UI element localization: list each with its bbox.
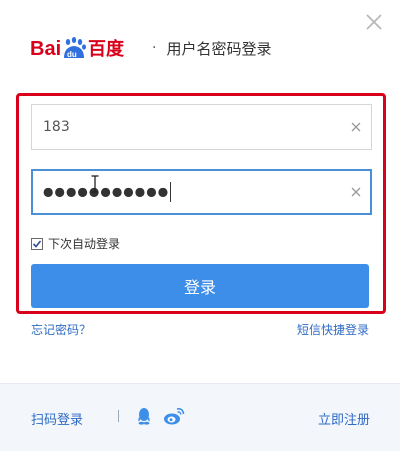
password-input[interactable]: ●●●●●●●●●●●	[32, 182, 341, 202]
register-link[interactable]: 立即注册	[318, 409, 370, 428]
remember-me[interactable]: 下次自动登录	[31, 235, 120, 252]
username-input[interactable]: 183	[32, 119, 341, 135]
qr-login-link[interactable]: 扫码登录	[31, 409, 83, 428]
svg-text:百度: 百度	[88, 38, 125, 60]
baidu-logo: Bai du 百度	[30, 34, 140, 62]
dialog-header: Bai du 百度 · 用户名密码登录	[30, 34, 271, 62]
forgot-password-link[interactable]: 忘记密码？	[31, 321, 91, 338]
qq-icon[interactable]	[134, 406, 154, 426]
checkbox-check-icon	[32, 239, 42, 248]
password-dots: ●●●●●●●●●●●	[43, 184, 170, 199]
username-field[interactable]: 183	[31, 104, 372, 150]
text-cursor-icon	[91, 175, 99, 193]
page-title: 用户名密码登录	[166, 39, 272, 58]
password-field[interactable]: ●●●●●●●●●●●	[31, 169, 372, 215]
sms-login-link[interactable]: 短信快捷登录	[297, 321, 369, 338]
login-button[interactable]: 登录	[31, 264, 369, 308]
weibo-icon[interactable]	[162, 406, 186, 426]
svg-text:du: du	[67, 50, 77, 59]
login-dialog: Bai du 百度 · 用户名密码登录 183 ●●●●●●●●●●● 下次自动…	[0, 0, 400, 451]
clear-icon[interactable]	[341, 105, 371, 149]
text-caret	[170, 182, 172, 202]
baidu-paw-icon: du	[64, 37, 86, 59]
remember-label: 下次自动登录	[48, 237, 121, 251]
footer-separator	[118, 410, 119, 422]
header-separator: ·	[152, 40, 157, 56]
remember-checkbox[interactable]	[31, 237, 43, 250]
close-icon[interactable]	[360, 8, 388, 36]
clear-icon[interactable]	[341, 170, 371, 214]
dialog-footer: 扫码登录 立即注册	[0, 383, 400, 451]
svg-text:Bai: Bai	[30, 38, 61, 60]
